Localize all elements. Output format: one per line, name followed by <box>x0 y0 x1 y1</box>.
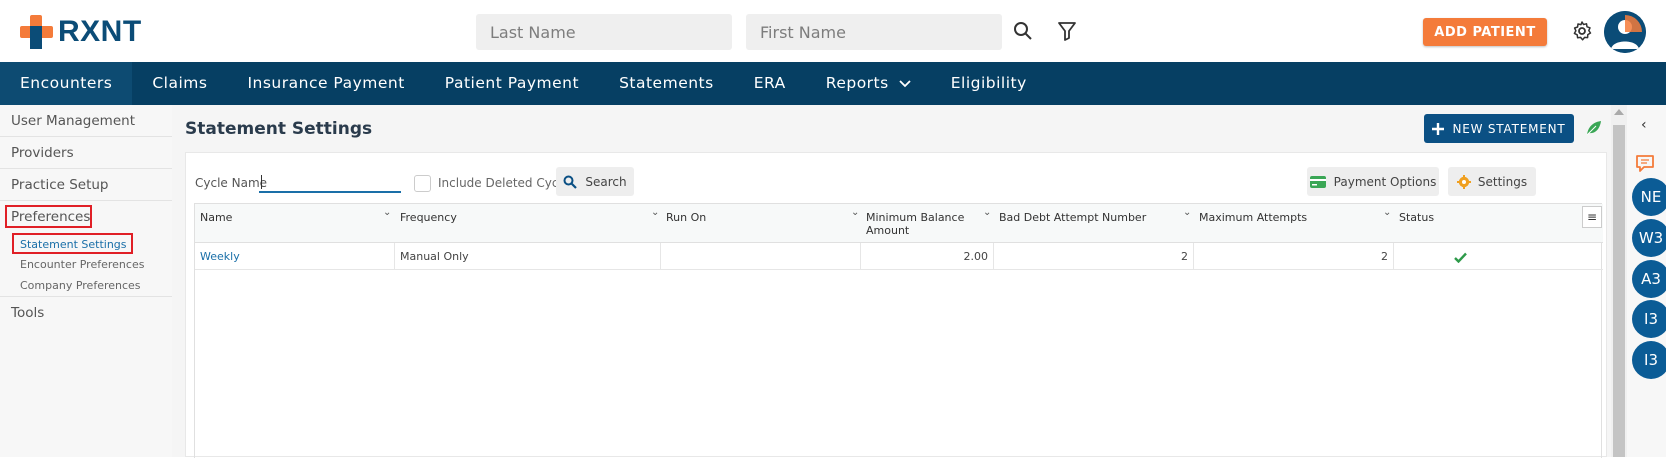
chevron-down-icon[interactable]: ⌄ <box>983 207 991 218</box>
rail-bubble-a3[interactable]: A3 <box>1632 260 1666 298</box>
scroll-up-arrow[interactable] <box>1614 109 1624 115</box>
nav-patient-payment[interactable]: Patient Payment <box>425 62 599 105</box>
cell-run-on <box>661 243 861 270</box>
cell-max-attempts: 2 <box>1194 243 1394 270</box>
nav-reports-label: Reports <box>825 74 889 92</box>
first-name-input[interactable] <box>746 14 1002 50</box>
last-name-input[interactable] <box>476 14 732 50</box>
chevron-down-icon[interactable]: ⌄ <box>1183 207 1191 218</box>
cycle-name-input[interactable] <box>259 171 401 193</box>
rail-bubble-i3[interactable]: I3 <box>1632 300 1666 338</box>
highlight-statement-settings <box>12 233 133 254</box>
chevron-left-icon[interactable]: ‹ <box>1641 117 1647 133</box>
include-deleted-label: Include Deleted Cycle <box>438 176 570 190</box>
nav-era[interactable]: ERA <box>734 62 806 105</box>
chevron-down-icon[interactable]: ⌄ <box>383 207 391 218</box>
new-statement-label: NEW STATEMENT <box>1452 121 1566 136</box>
settings-sidebar: User Management Providers Practice Setup… <box>0 105 172 457</box>
credit-card-icon <box>1309 175 1326 188</box>
search-icon[interactable] <box>1012 20 1034 42</box>
column-header-frequency[interactable]: Frequency <box>395 204 661 243</box>
column-header-status[interactable]: Status <box>1394 204 1514 243</box>
logo-text: RXNT <box>58 15 142 48</box>
leaf-icon[interactable] <box>1585 119 1603 137</box>
statement-cycles-grid: Name ⌄ Frequency ⌄ Run On ⌄ Minimum Bala… <box>194 203 1603 458</box>
sidebar-sub-encounter-preferences[interactable]: Encounter Preferences <box>20 258 144 271</box>
nav-eligibility[interactable]: Eligibility <box>931 62 1047 105</box>
main-content: Statement Settings NEW STATEMENT Cycle N… <box>172 105 1616 458</box>
payment-options-button[interactable]: Payment Options <box>1307 167 1439 196</box>
sidebar-item-tools[interactable]: Tools <box>0 296 172 328</box>
scrollbar-thumb[interactable] <box>1613 125 1625 457</box>
rxnt-logo[interactable]: RXNT <box>20 15 142 49</box>
column-header-run-on[interactable]: Run On <box>661 204 861 243</box>
sidebar-sub-company-preferences[interactable]: Company Preferences <box>20 279 141 292</box>
payment-options-label: Payment Options <box>1333 174 1437 189</box>
chevron-down-icon[interactable]: ⌄ <box>651 207 659 218</box>
column-menu-icon[interactable]: ≡ <box>1582 206 1602 228</box>
nav-reports[interactable]: Reports <box>806 62 931 105</box>
chevron-down-icon[interactable]: ⌄ <box>851 207 859 218</box>
gear-icon <box>1456 174 1471 189</box>
rail-bubble-w3[interactable]: W3 <box>1632 219 1666 257</box>
search-button-label: Search <box>585 174 627 189</box>
cell-min-balance: 2.00 <box>861 243 994 270</box>
nav-encounters[interactable]: Encounters <box>0 62 133 105</box>
cell-bad-debt: 2 <box>994 243 1194 270</box>
main-nav: Encounters Claims Insurance Payment Pati… <box>0 62 1666 105</box>
nav-insurance-payment[interactable]: Insurance Payment <box>227 62 424 105</box>
column-header-min-balance[interactable]: Minimum Balance Amount <box>861 204 994 243</box>
cell-status <box>1394 243 1527 270</box>
sidebar-item-practice-setup[interactable]: Practice Setup <box>0 169 172 201</box>
nav-statements[interactable]: Statements <box>599 62 734 105</box>
grid-header: Name ⌄ Frequency ⌄ Run On ⌄ Minimum Bala… <box>195 204 1603 243</box>
settings-button[interactable]: Settings <box>1448 167 1536 196</box>
user-avatar[interactable] <box>1604 11 1646 53</box>
table-row[interactable]: Weekly Manual Only 2.00 2 2 <box>195 243 1603 270</box>
chat-icon[interactable] <box>1635 153 1657 175</box>
statement-settings-panel: Cycle Name Include Deleted Cycle Search … <box>185 152 1607 458</box>
filter-icon[interactable] <box>1056 20 1078 42</box>
search-icon <box>563 175 578 189</box>
cycle-name-link[interactable]: Weekly <box>200 250 240 263</box>
column-header-name[interactable]: Name <box>195 204 395 243</box>
plus-icon <box>1432 122 1445 135</box>
chevron-down-icon[interactable]: ⌄ <box>1383 207 1391 218</box>
gear-icon[interactable] <box>1571 20 1593 42</box>
cycle-name-label: Cycle Name <box>195 176 268 190</box>
settings-label: Settings <box>1477 174 1528 189</box>
nav-claims[interactable]: Claims <box>132 62 227 105</box>
rail-bubble-i3-second[interactable]: I3 <box>1632 341 1666 379</box>
cell-frequency: Manual Only <box>395 243 661 270</box>
right-rail: ‹ NE W3 A3 I3 I3 <box>1627 105 1666 457</box>
sidebar-item-providers[interactable]: Providers <box>0 137 172 169</box>
search-button[interactable]: Search <box>556 167 634 196</box>
vertical-scrollbar[interactable] <box>1611 105 1627 457</box>
user-avatar-icon <box>1604 11 1646 53</box>
medical-cross-icon <box>20 15 53 49</box>
sidebar-item-user-management[interactable]: User Management <box>0 105 172 137</box>
text-caret <box>261 175 262 189</box>
column-header-max-attempts[interactable]: Maximum Attempts <box>1194 204 1394 243</box>
check-icon <box>1454 252 1467 263</box>
rail-bubble-ne[interactable]: NE <box>1632 178 1666 216</box>
chevron-down-icon <box>899 79 911 87</box>
column-header-bad-debt[interactable]: Bad Debt Attempt Number <box>994 204 1194 243</box>
add-patient-button[interactable]: ADD PATIENT <box>1423 18 1547 46</box>
highlight-preferences <box>5 205 92 228</box>
cell-name[interactable]: Weekly <box>195 243 395 270</box>
new-statement-button[interactable]: NEW STATEMENT <box>1424 114 1574 143</box>
app-header: RXNT ADD PATIENT <box>0 0 1666 62</box>
page-title: Statement Settings <box>185 119 373 139</box>
include-deleted-checkbox[interactable] <box>414 175 431 192</box>
